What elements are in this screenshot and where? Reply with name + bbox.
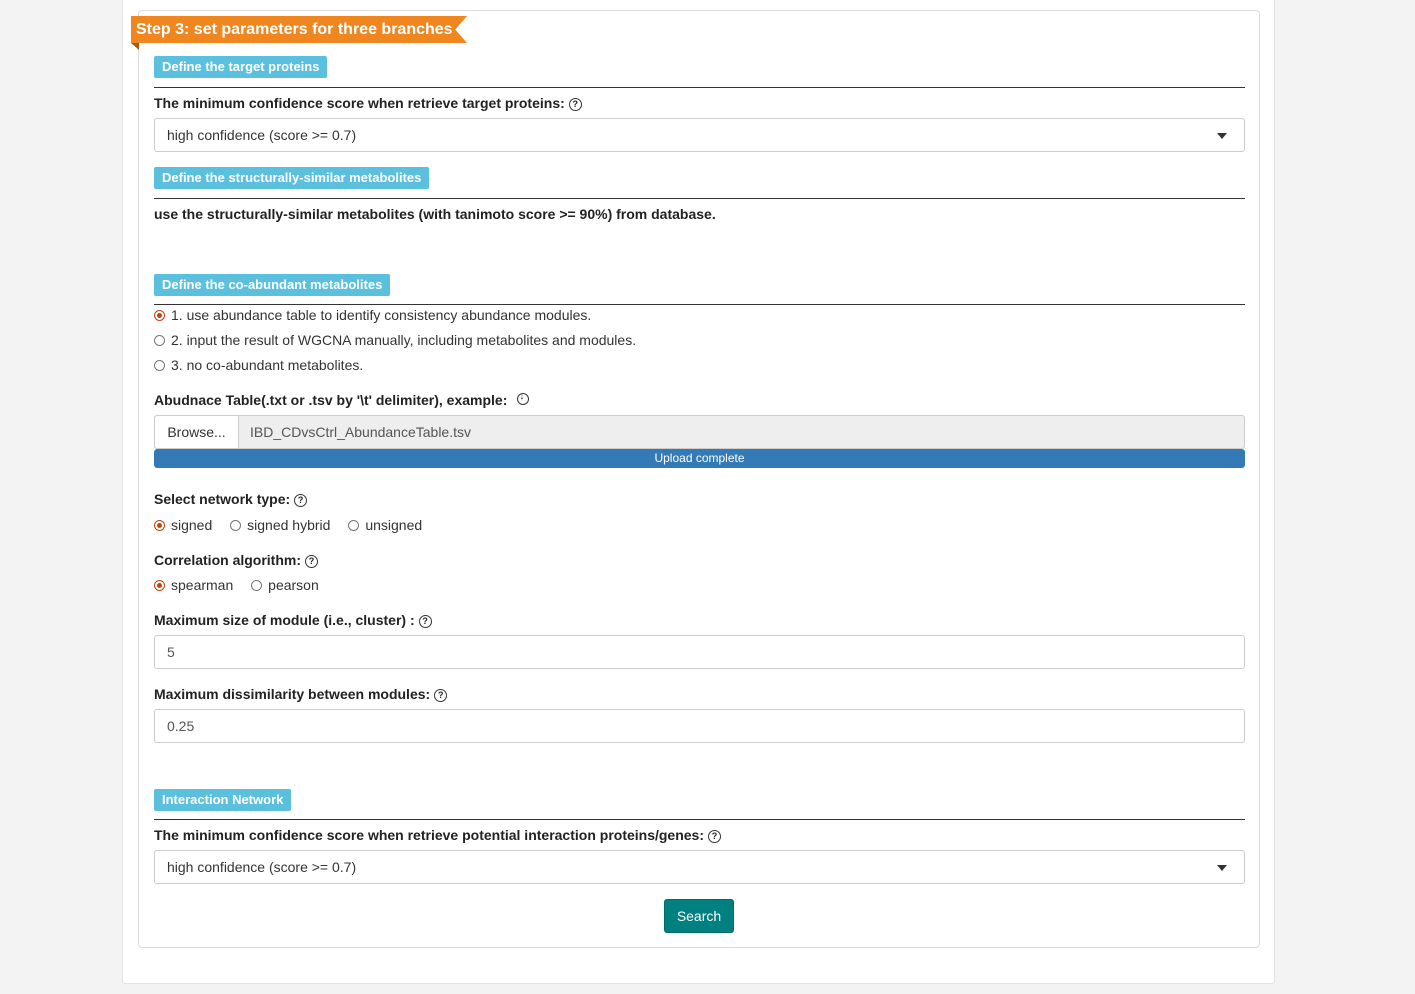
help-icon[interactable]: ?	[305, 555, 319, 568]
radio-button-checked[interactable]	[154, 580, 165, 591]
radio-button[interactable]	[154, 360, 165, 371]
target-confidence-label: The minimum confidence score when retrie…	[154, 95, 582, 111]
network-type-unsigned[interactable]: unsigned	[348, 517, 422, 533]
radio-button[interactable]	[348, 520, 360, 531]
correlation-options: spearman pearson	[154, 577, 333, 593]
network-type-signed-label: signed	[171, 517, 213, 533]
help-icon[interactable]: ?	[418, 615, 432, 628]
network-type-options: signed signed hybrid unsigned	[154, 517, 436, 533]
step-ribbon: Step 3: set parameters for three branche…	[131, 16, 467, 43]
network-type-signed-hybrid-label: signed hybrid	[247, 517, 331, 533]
target-confidence-text: The minimum confidence score when retrie…	[154, 95, 565, 111]
radio-button[interactable]	[154, 335, 165, 346]
coabundant-option-3[interactable]: 3. no co-abundant metabolites.	[154, 357, 363, 373]
section-label-interaction-network: Interaction Network	[154, 789, 292, 811]
upload-progress-fill: Upload complete	[154, 449, 1245, 468]
network-type-label: Select network type:?	[154, 491, 308, 507]
interaction-confidence-select[interactable]: high confidence (score >= 0.7)	[154, 850, 1245, 884]
structurally-similar-description: use the structurally-similar metabolites…	[154, 206, 716, 222]
max-module-input[interactable]: 5	[154, 635, 1245, 669]
correlation-spearman[interactable]: spearman	[154, 577, 233, 593]
network-type-unsigned-label: unsigned	[365, 517, 423, 533]
correlation-spearman-label: spearman	[171, 577, 234, 593]
abundance-table-text: Abudnace Table(.txt or .tsv by '\t' deli…	[154, 392, 508, 408]
section-label-co-abundant: Define the co-abundant metabolites	[154, 274, 391, 296]
coabundant-option-1[interactable]: 1. use abundance table to identify consi…	[154, 307, 591, 323]
file-upload-group: Browse... IBD_CDvsCtrl_AbundanceTable.ts…	[154, 415, 1245, 449]
ribbon-fold	[131, 43, 139, 50]
network-type-signed-hybrid[interactable]: signed hybrid	[230, 517, 330, 533]
interaction-confidence-label: The minimum confidence score when retrie…	[154, 827, 722, 843]
help-icon[interactable]: ?	[294, 494, 308, 507]
download-icon[interactable]	[517, 391, 530, 405]
max-module-text: Maximum size of module (i.e., cluster) :	[154, 612, 415, 628]
divider	[154, 87, 1245, 88]
correlation-pearson[interactable]: pearson	[251, 577, 319, 593]
help-icon[interactable]: ?	[568, 98, 582, 111]
coabundant-option-1-label: 1. use abundance table to identify consi…	[171, 307, 592, 323]
network-type-signed[interactable]: signed	[154, 517, 212, 533]
divider	[154, 819, 1245, 820]
uploaded-file-name: IBD_CDvsCtrl_AbundanceTable.tsv	[250, 424, 471, 440]
correlation-text: Correlation algorithm:	[154, 552, 302, 568]
correlation-pearson-label: pearson	[268, 577, 319, 593]
abundance-table-label: Abudnace Table(.txt or .tsv by '\t' deli…	[154, 391, 530, 408]
max-dissimilarity-label: Maximum dissimilarity between modules:?	[154, 686, 448, 702]
interaction-confidence-text: The minimum confidence score when retrie…	[154, 827, 705, 843]
radio-button[interactable]	[230, 520, 242, 531]
network-type-text: Select network type:	[154, 491, 291, 507]
divider	[154, 304, 1245, 305]
caret-down-icon	[1217, 133, 1227, 139]
radio-button-checked[interactable]	[154, 520, 165, 531]
caret-down-icon	[1217, 865, 1227, 871]
browse-button[interactable]: Browse...	[155, 416, 239, 448]
search-button[interactable]: Search	[664, 899, 734, 933]
radio-button[interactable]	[251, 580, 263, 591]
target-confidence-value: high confidence (score >= 0.7)	[167, 127, 357, 143]
max-dissimilarity-input[interactable]: 0.25	[154, 709, 1245, 743]
divider	[154, 198, 1245, 199]
section-label-structurally-similar: Define the structurally-similar metaboli…	[154, 167, 430, 189]
target-confidence-select[interactable]: high confidence (score >= 0.7)	[154, 118, 1245, 152]
interaction-confidence-value: high confidence (score >= 0.7)	[167, 859, 357, 875]
help-icon[interactable]: ?	[434, 689, 448, 702]
radio-button-checked[interactable]	[154, 310, 165, 321]
coabundant-option-2-label: 2. input the result of WGCNA manually, i…	[171, 332, 637, 348]
upload-progress-bar: Upload complete	[154, 449, 1245, 468]
coabundant-option-3-label: 3. no co-abundant metabolites.	[171, 357, 364, 373]
help-icon[interactable]: ?	[708, 830, 722, 843]
correlation-label: Correlation algorithm:?	[154, 552, 319, 568]
coabundant-option-2[interactable]: 2. input the result of WGCNA manually, i…	[154, 332, 636, 348]
max-dissimilarity-text: Maximum dissimilarity between modules:	[154, 686, 431, 702]
max-module-label: Maximum size of module (i.e., cluster) :…	[154, 612, 432, 628]
section-label-target-proteins: Define the target proteins	[154, 56, 328, 78]
